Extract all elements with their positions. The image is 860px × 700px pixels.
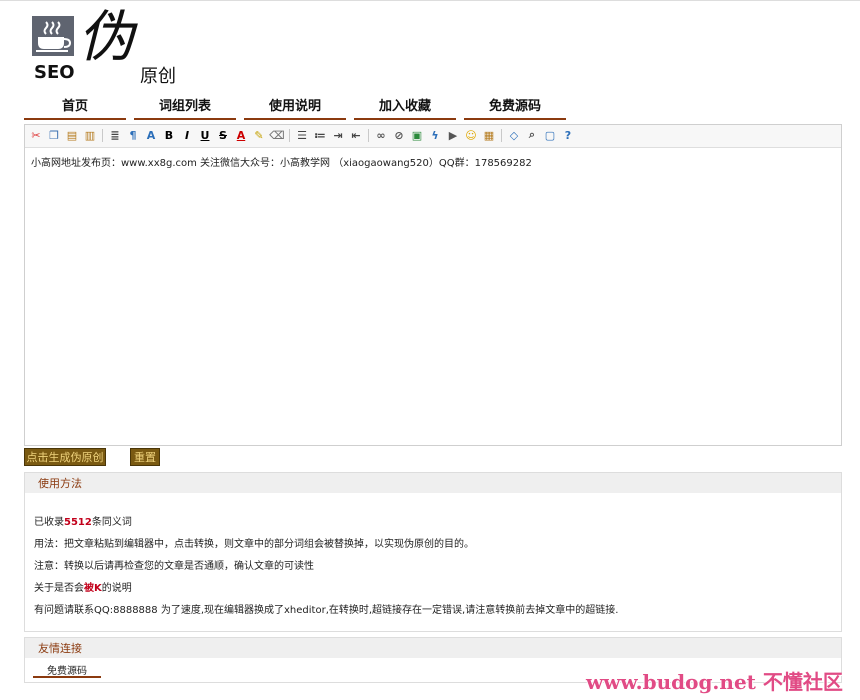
preview-icon[interactable]: ⌕: [525, 128, 539, 142]
count-prefix: 已收录: [34, 517, 64, 528]
usage-title: 使用方法: [25, 473, 841, 493]
logo-brand-suffix: 原创: [140, 66, 176, 87]
font-color-icon[interactable]: A: [234, 128, 248, 142]
site-logo[interactable]: SEO 伪 原创: [30, 8, 200, 87]
unlink-icon[interactable]: ⊘: [392, 128, 406, 142]
bold-icon[interactable]: B: [162, 128, 176, 142]
ban-info-line: 关于是否会被K的说明: [34, 579, 132, 594]
fullscreen-icon[interactable]: ▢: [543, 128, 557, 142]
nav-home[interactable]: 首页: [24, 98, 126, 120]
toolbar-separator: [289, 129, 290, 142]
usage-panel: 使用方法 已收录5512条同义词 用法：把文章粘贴到编辑器中，点击转换，则文章中…: [24, 472, 842, 632]
links-title: 友情连接: [25, 638, 841, 658]
underline-icon[interactable]: U: [198, 128, 212, 142]
watermark-text: www.budog.net 不懂社区: [586, 670, 843, 694]
toolbar-separator: [368, 129, 369, 142]
font-size-icon[interactable]: A: [144, 128, 158, 142]
generate-button[interactable]: 点击生成伪原创: [24, 448, 106, 466]
toolbar-separator: [501, 129, 502, 142]
ban-prefix: 关于是否会: [34, 583, 84, 594]
usage-line: 用法：把文章粘贴到编辑器中，点击转换，则文章中的部分词组会被替换掉，以实现伪原创…: [34, 539, 474, 550]
ban-highlight: 被K: [84, 583, 102, 594]
table-icon[interactable]: ▦: [482, 128, 496, 142]
count-suffix: 条同义词: [91, 517, 132, 528]
italic-icon[interactable]: I: [180, 128, 194, 142]
nav-word-list[interactable]: 词组列表: [134, 98, 236, 120]
paste-icon[interactable]: ▤: [65, 128, 79, 142]
align-icon[interactable]: ☰: [295, 128, 309, 142]
editor-content[interactable]: 小高网地址发布页：www.xx8g.com 关注微信大众号：小高教学网 （xia…: [25, 148, 841, 175]
reset-button[interactable]: 重置: [130, 448, 160, 466]
copy-icon[interactable]: ❐: [47, 128, 61, 142]
notice-line: 注意：转换以后请再检查您的文章是否通顺，确认文章的可读性: [34, 561, 314, 572]
strikethrough-icon[interactable]: S: [216, 128, 230, 142]
logo-seo-text: SEO: [34, 62, 75, 83]
synonym-count: 5512: [64, 517, 92, 528]
emoticon-icon[interactable]: ☺: [464, 128, 478, 142]
logo-brand-char: 伪: [78, 5, 134, 70]
synonym-count-line: 已收录5512条同义词: [34, 513, 132, 528]
flash-icon[interactable]: ϟ: [428, 128, 442, 142]
coffee-cup-icon: [32, 16, 74, 56]
image-icon[interactable]: ▣: [410, 128, 424, 142]
rich-text-editor: ✂ ❐ ▤ ▥ ≣ ¶ A B I U S A ✎ ⌫ ☰ ≔ ⇥ ⇤ ∞ ⊘ …: [24, 124, 842, 446]
top-border: [0, 0, 860, 1]
list-icon[interactable]: ≔: [313, 128, 327, 142]
about-icon[interactable]: ?: [561, 128, 575, 142]
nav-add-favorite[interactable]: 加入收藏: [354, 98, 456, 120]
toolbar-separator: [102, 129, 103, 142]
nav-free-source[interactable]: 免费源码: [464, 98, 566, 120]
format-block-icon[interactable]: ≣: [108, 128, 122, 142]
spellcheck-icon[interactable]: ¶: [126, 128, 140, 142]
editor-toolbar: ✂ ❐ ▤ ▥ ≣ ¶ A B I U S A ✎ ⌫ ☰ ≔ ⇥ ⇤ ∞ ⊘ …: [25, 125, 841, 148]
outdent-icon[interactable]: ⇤: [349, 128, 363, 142]
remove-format-icon[interactable]: ⌫: [269, 128, 285, 142]
cut-icon[interactable]: ✂: [29, 128, 43, 142]
link-icon[interactable]: ∞: [374, 128, 388, 142]
contact-line: 有问题请联系QQ:8888888 为了速度,现在编辑器换成了xheditor,在…: [34, 605, 619, 616]
source-icon[interactable]: ◇: [507, 128, 521, 142]
indent-icon[interactable]: ⇥: [331, 128, 345, 142]
ban-suffix: 的说明: [101, 583, 132, 594]
link-free-source[interactable]: 免费源码: [33, 662, 101, 678]
nav-instructions[interactable]: 使用说明: [244, 98, 346, 120]
paste-text-icon[interactable]: ▥: [83, 128, 97, 142]
media-icon[interactable]: ▶: [446, 128, 460, 142]
highlight-icon[interactable]: ✎: [252, 128, 266, 142]
